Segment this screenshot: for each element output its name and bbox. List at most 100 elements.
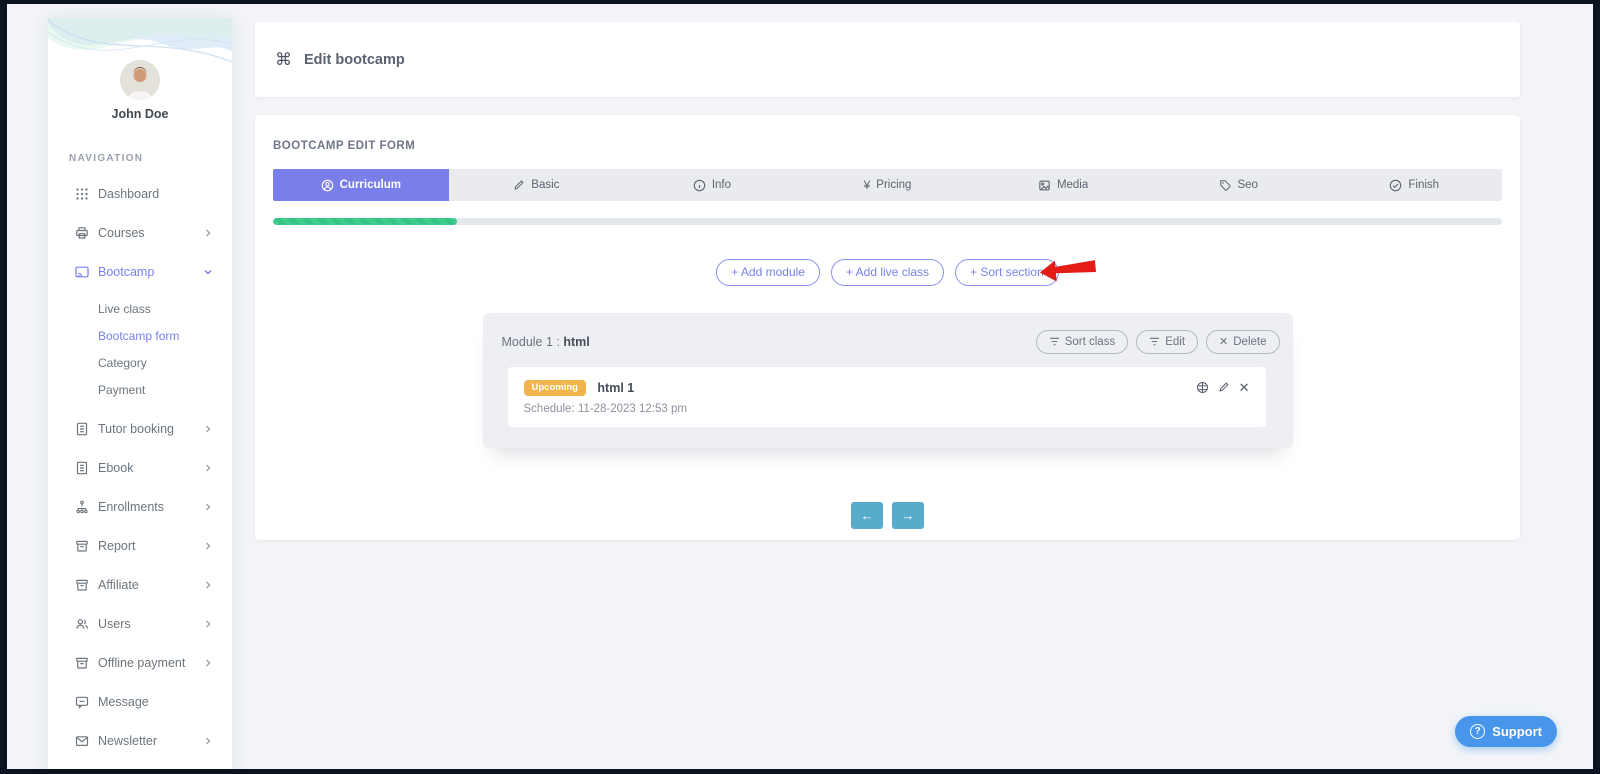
- globe-icon[interactable]: [1196, 381, 1209, 394]
- sidebar-item-label: Offline payment: [98, 656, 185, 670]
- sidebar-subitem-label: Payment: [98, 383, 145, 397]
- arrow-right-icon: →: [902, 508, 915, 523]
- chevron-right-icon: [204, 229, 212, 237]
- chevron-right-icon: [204, 659, 212, 667]
- sort-class-button[interactable]: Sort class: [1036, 330, 1129, 354]
- sidebar-item-label: Report: [98, 539, 136, 553]
- close-icon[interactable]: ✕: [1239, 381, 1250, 394]
- sidebar-item-label: Users: [98, 617, 131, 631]
- sidebar-item-courses[interactable]: Courses: [48, 213, 232, 252]
- file-text-icon: [75, 421, 90, 436]
- tab-pricing[interactable]: ¥ Pricing: [800, 169, 976, 201]
- check-circle-icon: [1389, 179, 1402, 192]
- close-icon: ✕: [1219, 335, 1228, 348]
- sidebar: John Doe NAVIGATION Dashboard: [48, 18, 232, 774]
- sidebar-item-newsletter[interactable]: Newsletter: [48, 721, 232, 760]
- tab-basic[interactable]: Basic: [449, 169, 625, 201]
- avatar-photo: [120, 60, 160, 100]
- pencil-icon: [513, 179, 525, 191]
- chevron-right-icon: [204, 503, 212, 511]
- curriculum-actions: + Add module + Add live class + Sort sec…: [273, 259, 1502, 286]
- chevron-right-icon: [204, 620, 212, 628]
- add-live-class-button[interactable]: + Add live class: [831, 259, 944, 286]
- sidebar-subitem-category[interactable]: Category: [48, 349, 232, 376]
- cast-icon: [75, 264, 90, 279]
- tab-label: Curriculum: [340, 179, 401, 191]
- status-badge: Upcoming: [524, 380, 586, 396]
- tab-label: Finish: [1408, 179, 1439, 191]
- sidebar-item-affiliate[interactable]: Affiliate: [48, 565, 232, 604]
- chevron-right-icon: [204, 425, 212, 433]
- user-name: John Doe: [48, 107, 232, 121]
- file-text-icon: [75, 460, 90, 475]
- sidebar-item-users[interactable]: Users: [48, 604, 232, 643]
- info-circle-icon: [693, 179, 706, 192]
- sidebar-item-label: Newsletter: [98, 734, 157, 748]
- sidebar-item-offline-payment[interactable]: Offline payment: [48, 643, 232, 682]
- sidebar-item-label: Ebook: [98, 461, 133, 475]
- sidebar-item-dashboard[interactable]: Dashboard: [48, 174, 232, 213]
- archive-box-icon: [75, 538, 90, 553]
- chevron-right-icon: [204, 542, 212, 550]
- page-title: Edit bootcamp: [304, 52, 405, 68]
- red-arrow-annotation: [1039, 254, 1098, 292]
- sidebar-subitem-label: Live class: [98, 302, 151, 316]
- tab-info[interactable]: Info: [624, 169, 800, 201]
- chevron-right-icon: [204, 737, 212, 745]
- next-step-button[interactable]: →: [892, 502, 924, 529]
- form-card-title: BOOTCAMP EDIT FORM: [273, 140, 1502, 152]
- archive-box-icon: [75, 577, 90, 592]
- tab-curriculum[interactable]: Curriculum: [273, 169, 449, 201]
- page-header: ⌘ Edit bootcamp: [255, 22, 1520, 97]
- module-delete-label: Delete: [1233, 336, 1266, 348]
- previous-step-button[interactable]: ←: [851, 502, 883, 529]
- tab-label: Media: [1057, 179, 1088, 191]
- module-header: Module 1 : html Sort class: [483, 313, 1293, 354]
- tab-label: Info: [712, 179, 731, 191]
- sidebar-subitem-payment[interactable]: Payment: [48, 376, 232, 403]
- sidebar-item-label: Bootcamp: [98, 265, 154, 279]
- sidebar-item-enrollments[interactable]: Enrollments: [48, 487, 232, 526]
- module-title-name: html: [563, 335, 589, 349]
- sidebar-item-label: Enrollments: [98, 500, 164, 514]
- mail-icon: [75, 733, 90, 748]
- add-module-button[interactable]: + Add module: [716, 259, 820, 286]
- sort-lines-icon: [1149, 337, 1160, 346]
- tab-media[interactable]: Media: [975, 169, 1151, 201]
- sidebar-item-bootcamp[interactable]: Bootcamp: [48, 252, 232, 291]
- command-icon: ⌘: [275, 50, 292, 70]
- sidebar-item-contact[interactable]: Contact: [48, 760, 232, 774]
- tab-finish[interactable]: Finish: [1326, 169, 1502, 201]
- pagination: ← →: [273, 502, 1502, 529]
- sidebar-item-label: Tutor booking: [98, 422, 174, 436]
- sidebar-subitem-label: Category: [98, 356, 147, 370]
- sidebar-item-ebook[interactable]: Ebook: [48, 448, 232, 487]
- tag-icon: [1219, 179, 1231, 191]
- module-title-prefix: Module 1 :: [502, 335, 560, 349]
- sidebar-item-label: Courses: [98, 226, 145, 240]
- sitemap-icon: [75, 499, 90, 514]
- image-icon: [1038, 179, 1051, 192]
- support-label: Support: [1492, 724, 1542, 739]
- arrow-left-icon: ←: [861, 508, 874, 523]
- archive-box-icon: [75, 655, 90, 670]
- module-delete-button[interactable]: ✕ Delete: [1206, 330, 1279, 354]
- tab-seo[interactable]: Seo: [1151, 169, 1327, 201]
- avatar[interactable]: [120, 60, 160, 100]
- sidebar-item-label: Message: [98, 695, 149, 709]
- progress-bar: [273, 218, 1502, 225]
- sidebar-subitem-label: Bootcamp form: [98, 329, 179, 343]
- yen-icon: ¥: [864, 179, 871, 191]
- edit-pencil-icon[interactable]: [1218, 381, 1230, 393]
- support-button[interactable]: ? Support: [1455, 716, 1557, 747]
- message-icon: [75, 694, 90, 709]
- sidebar-item-message[interactable]: Message: [48, 682, 232, 721]
- tab-label: Pricing: [876, 179, 911, 191]
- sidebar-item-tutor-booking[interactable]: Tutor booking: [48, 409, 232, 448]
- sidebar-item-report[interactable]: Report: [48, 526, 232, 565]
- sidebar-subitem-bootcamp-form[interactable]: Bootcamp form: [48, 322, 232, 349]
- module-edit-button[interactable]: Edit: [1136, 330, 1198, 354]
- sidebar-subitem-live-class[interactable]: Live class: [48, 295, 232, 322]
- users-icon: [75, 616, 90, 631]
- sidebar-nav: Dashboard Courses: [48, 174, 232, 774]
